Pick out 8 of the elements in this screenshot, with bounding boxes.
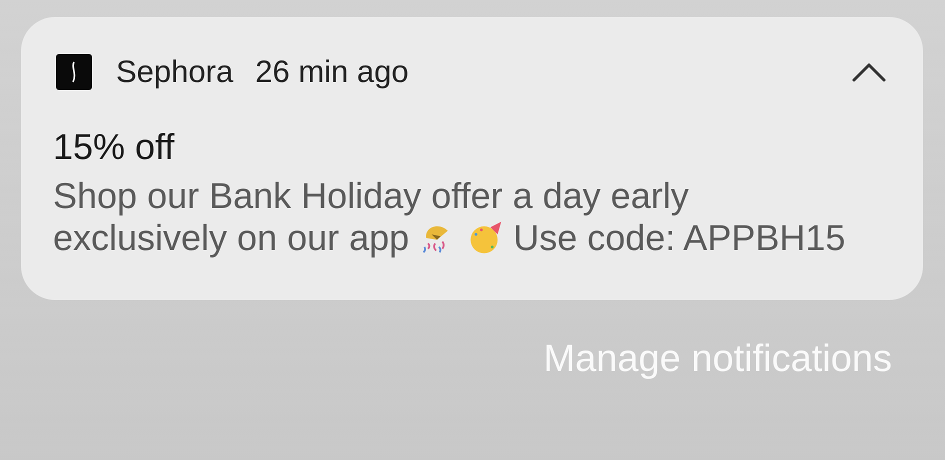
timestamp: 26 min ago [255,54,409,90]
notification-card[interactable]: Sephora 26 min ago 15% off Shop our Bank Holiday offer a day early exclusively on our app Use code: APPBH15 [21,17,923,300]
promo-code-text: Use code: APPBH15 [513,217,846,259]
app-icon [56,54,92,90]
notification-body: Shop our Bank Holiday offer a day early [53,175,689,217]
app-name: Sephora [116,54,234,90]
notification-title: 15% off [53,125,176,169]
notification-body: exclusively on our app [53,217,410,259]
